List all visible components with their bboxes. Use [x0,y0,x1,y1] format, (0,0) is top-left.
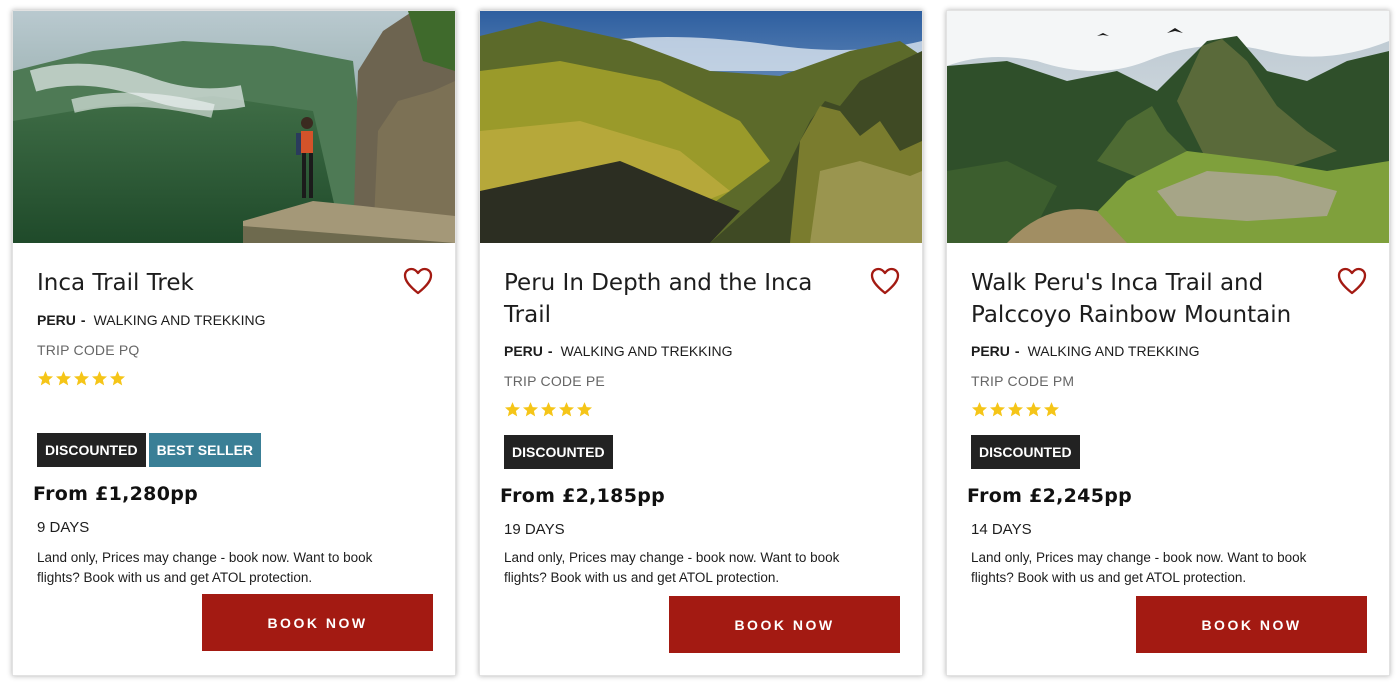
star-icon [504,402,521,417]
star-rating [504,401,593,421]
star-icon [576,402,593,417]
trip-price: From £2,185pp [500,485,666,507]
trip-country: PERU [504,343,543,359]
star-rating [971,401,1060,421]
trip-activity: WALKING AND TREKKING [560,343,733,359]
price-note: Land only, Prices may change - book now.… [37,550,373,585]
trip-activity: WALKING AND TREKKING [1027,343,1200,359]
trip-code: TRIP CODE PQ [37,342,140,358]
book-now-button[interactable]: BOOK NOW [202,594,433,651]
price-note: Land only, Prices may change - book now.… [971,550,1307,585]
heart-outline-icon[interactable] [403,267,433,295]
star-icon [989,402,1006,417]
trip-duration: 19 DAYS [504,521,565,538]
discounted-badge: DISCOUNTED [504,435,613,469]
trip-meta: PERU - WALKING AND TREKKING [504,343,733,359]
trip-photo[interactable] [947,11,1389,243]
trip-meta: PERU - WALKING AND TREKKING [37,312,266,328]
trip-code: TRIP CODE PM [971,373,1075,389]
star-icon [971,402,988,417]
star-icon [1043,402,1060,417]
star-icon [55,371,72,386]
trip-title[interactable]: Inca Trail Trek [37,267,397,299]
trip-card[interactable]: Inca Trail Trek PERU - WALKING AND TREKKIN… [12,10,456,676]
trip-duration: 14 DAYS [971,521,1032,538]
meta-separator: - [547,343,553,359]
badge-group: DISCOUNTED [504,435,613,469]
star-icon [37,371,54,386]
trip-price: From £2,245pp [967,485,1133,507]
badge-group: DISCOUNTED BEST SELLER [37,433,262,467]
meta-separator: - [1014,343,1020,359]
star-icon [540,402,557,417]
star-icon [1007,402,1024,417]
book-now-button[interactable]: BOOK NOW [669,596,900,653]
heart-outline-icon[interactable] [1337,267,1367,295]
discounted-badge: DISCOUNTED [37,433,146,467]
heart-outline-icon[interactable] [870,267,900,295]
star-icon [91,371,108,386]
trip-country: PERU [971,343,1010,359]
trip-title[interactable]: Peru In Depth and the Inca Trail [504,267,864,331]
meta-separator: - [80,312,86,328]
badge-group: DISCOUNTED [971,435,1080,469]
star-icon [558,402,575,417]
trip-country: PERU [37,312,76,328]
book-now-button[interactable]: BOOK NOW [1136,596,1367,653]
star-icon [522,402,539,417]
trip-price: From £1,280pp [33,483,199,505]
star-icon [109,371,126,386]
trip-code: TRIP CODE PE [504,373,605,389]
trip-activity: WALKING AND TREKKING [93,312,266,328]
star-rating [37,370,126,390]
best-seller-badge: BEST SELLER [148,433,262,467]
trip-photo[interactable] [13,11,455,243]
trip-photo[interactable] [480,11,922,243]
discounted-badge: DISCOUNTED [971,435,1080,469]
trip-duration: 9 DAYS [37,519,90,536]
trip-card[interactable]: Walk Peru's Inca Trail and Palccoyo Rain… [946,10,1390,676]
trip-meta: PERU - WALKING AND TREKKING [971,343,1200,359]
star-icon [73,371,90,386]
price-note: Land only, Prices may change - book now.… [504,550,840,585]
star-icon [1025,402,1042,417]
trip-card[interactable]: Peru In Depth and the Inca Trail PERU - WA… [479,10,923,676]
trip-title[interactable]: Walk Peru's Inca Trail and Palccoyo Rain… [971,267,1331,331]
